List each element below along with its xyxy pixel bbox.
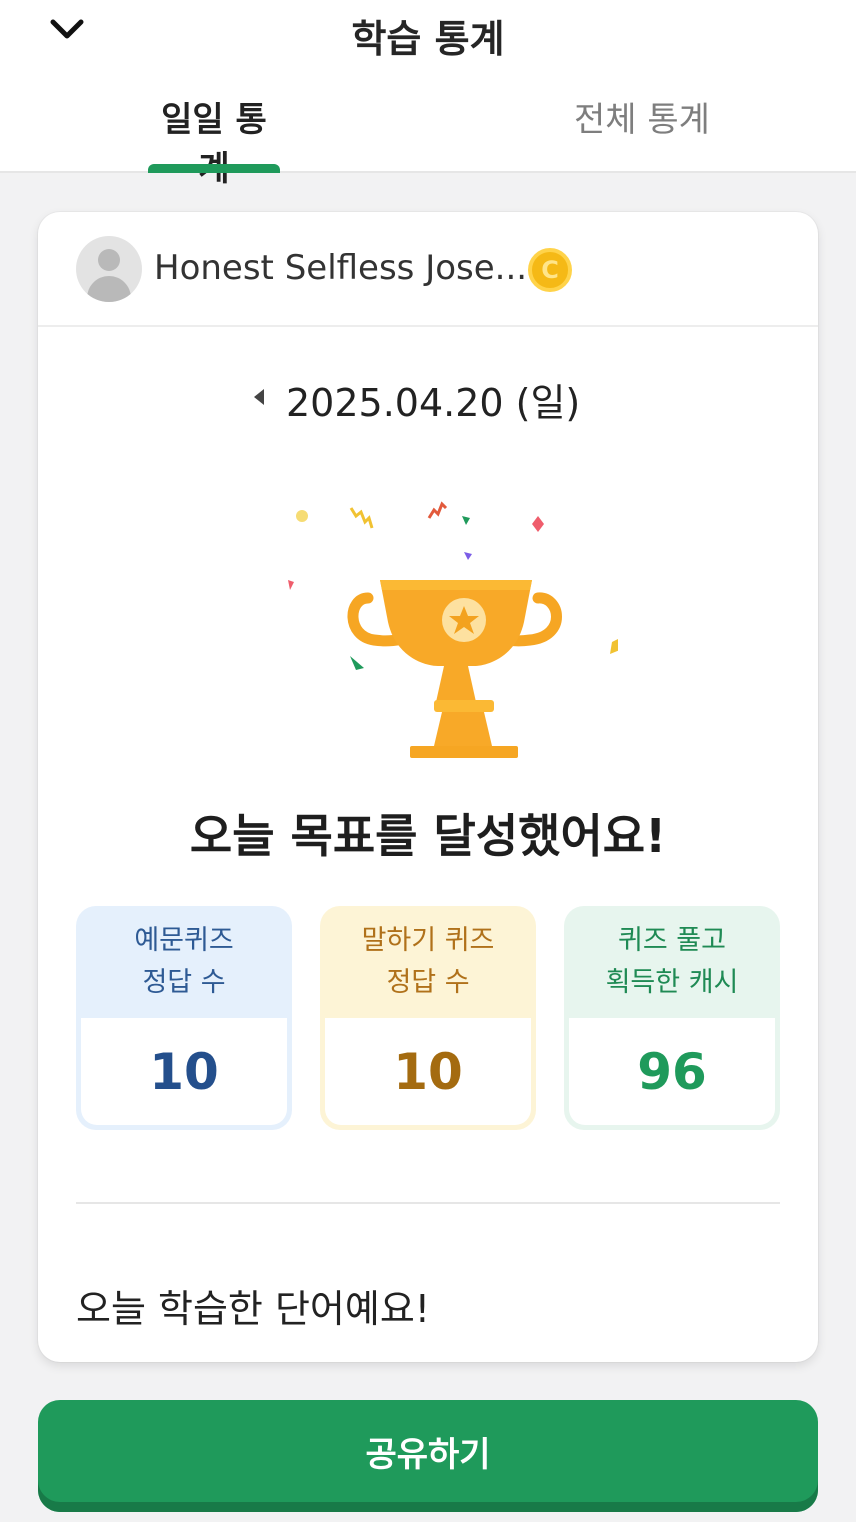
stat-label: 말하기 퀴즈 정답 수 — [361, 925, 495, 998]
page-title: 학습 통계 — [351, 17, 505, 61]
daily-stats-card: Honest Selfless Jose... C 2025.04.20 (일) — [38, 212, 818, 1362]
header: 학습 통계 일일 통계 전체 통계 — [0, 0, 856, 189]
tab-daily-stats[interactable]: 일일 통계 — [148, 92, 280, 189]
learned-words-heading: 오늘 학습한 단어예요! — [76, 1287, 431, 1331]
default-avatar-icon — [76, 236, 142, 302]
stat-label: 퀴즈 풀고 획득한 캐시 — [605, 925, 739, 998]
tab-total-stats[interactable]: 전체 통계 — [560, 92, 724, 173]
stat-value: 10 — [81, 1018, 287, 1125]
triangle-left-icon — [254, 389, 264, 405]
stat-label: 예문퀴즈 정답 수 — [134, 925, 234, 998]
goal-achieved-message: 오늘 목표를 달성했어요! — [189, 809, 667, 863]
stat-value: 96 — [569, 1018, 775, 1125]
date-navigator: 2025.04.20 (일) — [38, 372, 818, 425]
coin-letter: C — [541, 256, 559, 284]
trophy-icon — [238, 488, 636, 758]
coin-icon: C — [528, 248, 572, 292]
profile-row: Honest Selfless Jose... C — [38, 212, 818, 327]
user-name: Honest Selfless Jose... — [154, 248, 528, 288]
current-date: 2025.04.20 (일) — [286, 381, 581, 425]
active-tab-indicator — [148, 164, 280, 173]
prev-date-button[interactable] — [244, 382, 274, 412]
stat-earned-cash: 퀴즈 풀고 획득한 캐시 96 — [564, 906, 780, 1130]
stat-example-quiz: 예문퀴즈 정답 수 10 — [76, 906, 292, 1130]
stat-value: 10 — [325, 1018, 531, 1125]
stat-speaking-quiz: 말하기 퀴즈 정답 수 10 — [320, 906, 536, 1130]
divider — [76, 1202, 780, 1204]
share-button[interactable]: 공유하기 — [38, 1400, 818, 1512]
